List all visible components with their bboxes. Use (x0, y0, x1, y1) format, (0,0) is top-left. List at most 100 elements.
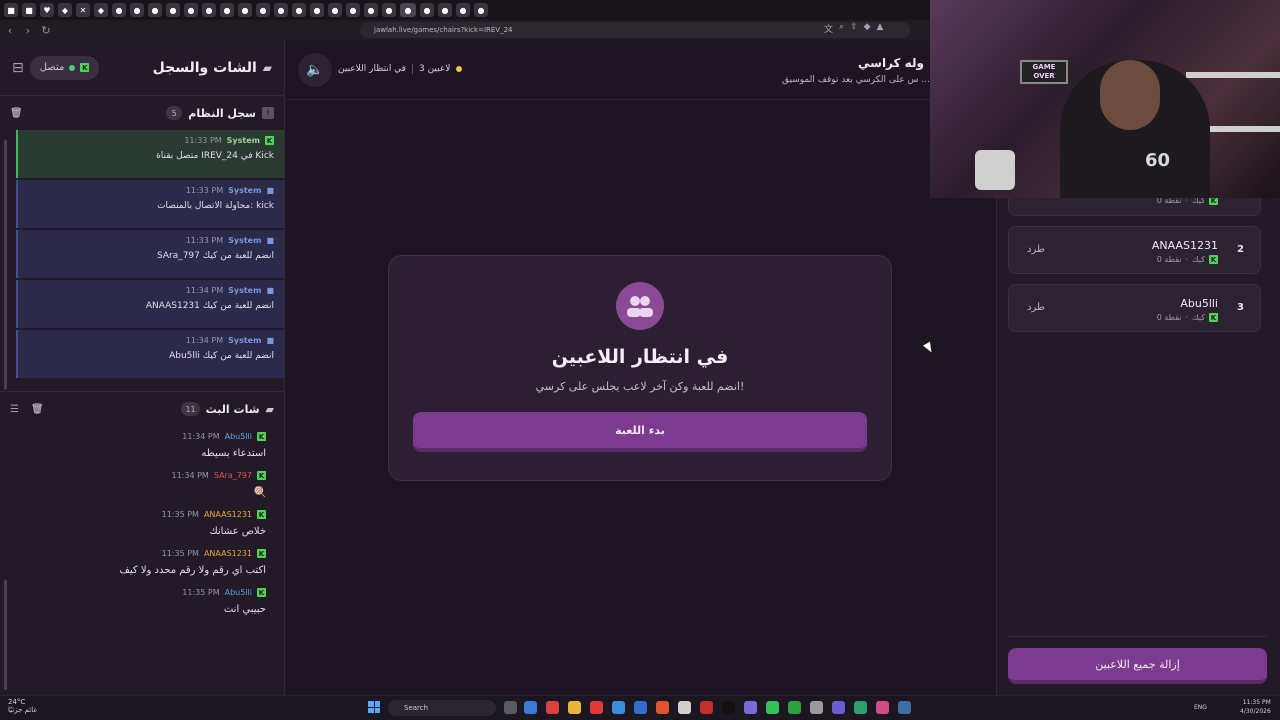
player-name: Abu5lli (1180, 297, 1218, 310)
share-icon[interactable]: ⇪ (850, 22, 858, 35)
online-dot-icon (69, 64, 76, 71)
language-indicator[interactable]: ENG (1194, 704, 1207, 711)
tab-favicon-icon[interactable]: ● (166, 3, 180, 17)
tab-active[interactable]: ● (400, 3, 416, 17)
tab-favicon-icon[interactable]: ● (112, 3, 126, 17)
tab-favicon-icon[interactable]: ● (364, 3, 378, 17)
forward-icon[interactable]: › (20, 22, 36, 38)
app-icon[interactable] (678, 701, 691, 714)
player-name: ANAAS1231 (1151, 239, 1218, 252)
tab-favicon-icon[interactable]: ◆ (94, 3, 108, 17)
collapse-panel-icon[interactable]: ⊟ (12, 60, 24, 76)
whatsapp-icon[interactable] (766, 701, 779, 714)
clock-time: 11:35 PM (1242, 699, 1271, 706)
kick-logo-icon: K (257, 510, 266, 519)
log-entry: 11:33 PM System ■ محاولة الاتصال بالمنصا… (16, 180, 284, 228)
tab-favicon-icon[interactable]: ● (148, 3, 162, 17)
tab-favicon-icon[interactable]: ● (456, 3, 470, 17)
translate-icon[interactable]: 文 (824, 22, 833, 35)
weather-widget[interactable]: 24°C غائم جزئيًا (8, 698, 37, 714)
reload-icon[interactable]: ↻ (38, 22, 54, 38)
tab-favicon-icon[interactable]: ● (328, 3, 342, 17)
youtube-icon[interactable] (590, 701, 603, 714)
app-icon[interactable] (744, 701, 757, 714)
app-icon[interactable] (722, 701, 735, 714)
kick-player-button[interactable]: طرد (1027, 302, 1045, 313)
tab-favicon-icon[interactable]: ● (238, 3, 252, 17)
chat-bubble-icon: ▰ (265, 402, 274, 416)
tab-favicon-icon[interactable]: ● (382, 3, 396, 17)
chat-time: 11:35 PM (161, 549, 199, 558)
xbox-icon[interactable] (788, 701, 801, 714)
stream-chat-count: 11 (181, 402, 200, 416)
remove-all-players-button[interactable]: إزالة جميع اللاعبين (1008, 648, 1267, 684)
filter-icon[interactable]: ☰ (10, 404, 19, 415)
chat-username[interactable]: Abu5lli (225, 588, 252, 597)
tab-favicon-icon[interactable]: ■ (4, 3, 18, 17)
task-view-icon[interactable] (504, 701, 517, 714)
tab-favicon-icon[interactable]: ● (346, 3, 360, 17)
panel-title: الشات والسجل (152, 59, 257, 76)
start-game-button[interactable]: بدء اللعبة (413, 412, 867, 452)
tab-favicon-icon[interactable]: ● (202, 3, 216, 17)
app-icon[interactable] (876, 701, 889, 714)
app-icon[interactable] (854, 701, 867, 714)
chat-scrollbar[interactable] (4, 580, 7, 690)
kick-player-button[interactable]: طرد (1027, 244, 1045, 255)
log-text: SAra_797 انضم للعبة من كيك (156, 251, 274, 261)
chat-text: اكتب اي رقم ولا رقم محدد ولا كيف (119, 565, 266, 576)
brave-shield-icon[interactable]: ◆ (864, 22, 871, 35)
chat-username[interactable]: SAra_797 (214, 471, 252, 480)
trash-icon[interactable]: 🗑 (31, 404, 44, 415)
info-icon: ■ (266, 336, 274, 345)
tab-favicon-icon[interactable]: ● (292, 3, 306, 17)
log-text: ANAAS1231 انضم للعبة من كيك (145, 301, 274, 311)
tab-favicon-icon[interactable]: ● (220, 3, 234, 17)
tab-favicon-icon[interactable]: ■ (22, 3, 36, 17)
taskbar-clock[interactable]: 11:35 PM 4/30/2026 (1240, 698, 1271, 716)
chat-username[interactable]: ANAAS1231 (204, 549, 252, 558)
tab-favicon-icon[interactable]: ♥ (40, 3, 54, 17)
app-icon[interactable] (546, 701, 559, 714)
zoom-icon[interactable]: ⌕ (839, 22, 844, 35)
app-icon[interactable] (634, 701, 647, 714)
brave-icon[interactable] (656, 701, 669, 714)
log-scrollbar[interactable] (4, 140, 7, 390)
chat-message: 11:34 PM SAra_797 K 🍭 (0, 465, 284, 504)
chat-text: حبيبي انت (223, 604, 266, 615)
tab-favicon-icon[interactable]: ● (420, 3, 434, 17)
connection-label: متصل (39, 62, 65, 73)
search-label: Search (404, 704, 429, 712)
log-source: System (226, 136, 260, 145)
chat-username[interactable]: Abu5lli (225, 432, 252, 441)
sound-toggle-button[interactable]: 🔈 (298, 53, 332, 87)
tab-favicon-icon[interactable]: ◆ (58, 3, 72, 17)
taskbar-search[interactable]: Search (388, 700, 496, 716)
tab-favicon-icon[interactable]: ● (310, 3, 324, 17)
folder-icon[interactable] (568, 701, 581, 714)
chat-username[interactable]: ANAAS1231 (204, 510, 252, 519)
back-icon[interactable]: ‹ (2, 22, 18, 38)
tab-favicon-icon[interactable]: ✕ (76, 3, 90, 17)
windows-start-icon[interactable] (368, 701, 380, 713)
app-icon[interactable] (700, 701, 713, 714)
app-icon[interactable] (832, 701, 845, 714)
log-text: محاولة الاتصال بالمنصات: kick (157, 201, 274, 211)
app-icon[interactable] (524, 701, 537, 714)
player-rank: 3 (1237, 302, 1244, 313)
app-icon[interactable] (810, 701, 823, 714)
rewards-icon[interactable]: ▲ (877, 22, 884, 35)
tab-favicon-icon[interactable]: ● (474, 3, 488, 17)
tab-favicon-icon[interactable]: ● (274, 3, 288, 17)
log-source: System (228, 186, 262, 195)
steam-icon[interactable] (898, 701, 911, 714)
tab-favicon-icon[interactable]: ● (256, 3, 270, 17)
log-time: 11:34 PM (185, 336, 224, 345)
log-time: 11:33 PM (185, 186, 224, 195)
tab-favicon-icon[interactable]: ● (184, 3, 198, 17)
app-icon[interactable] (612, 701, 625, 714)
tab-favicon-icon[interactable]: ● (130, 3, 144, 17)
trash-icon[interactable]: 🗑 (10, 108, 23, 119)
tab-favicon-icon[interactable]: ● (438, 3, 452, 17)
log-text: متصل بقناة IREV_24 في Kick (156, 151, 274, 161)
